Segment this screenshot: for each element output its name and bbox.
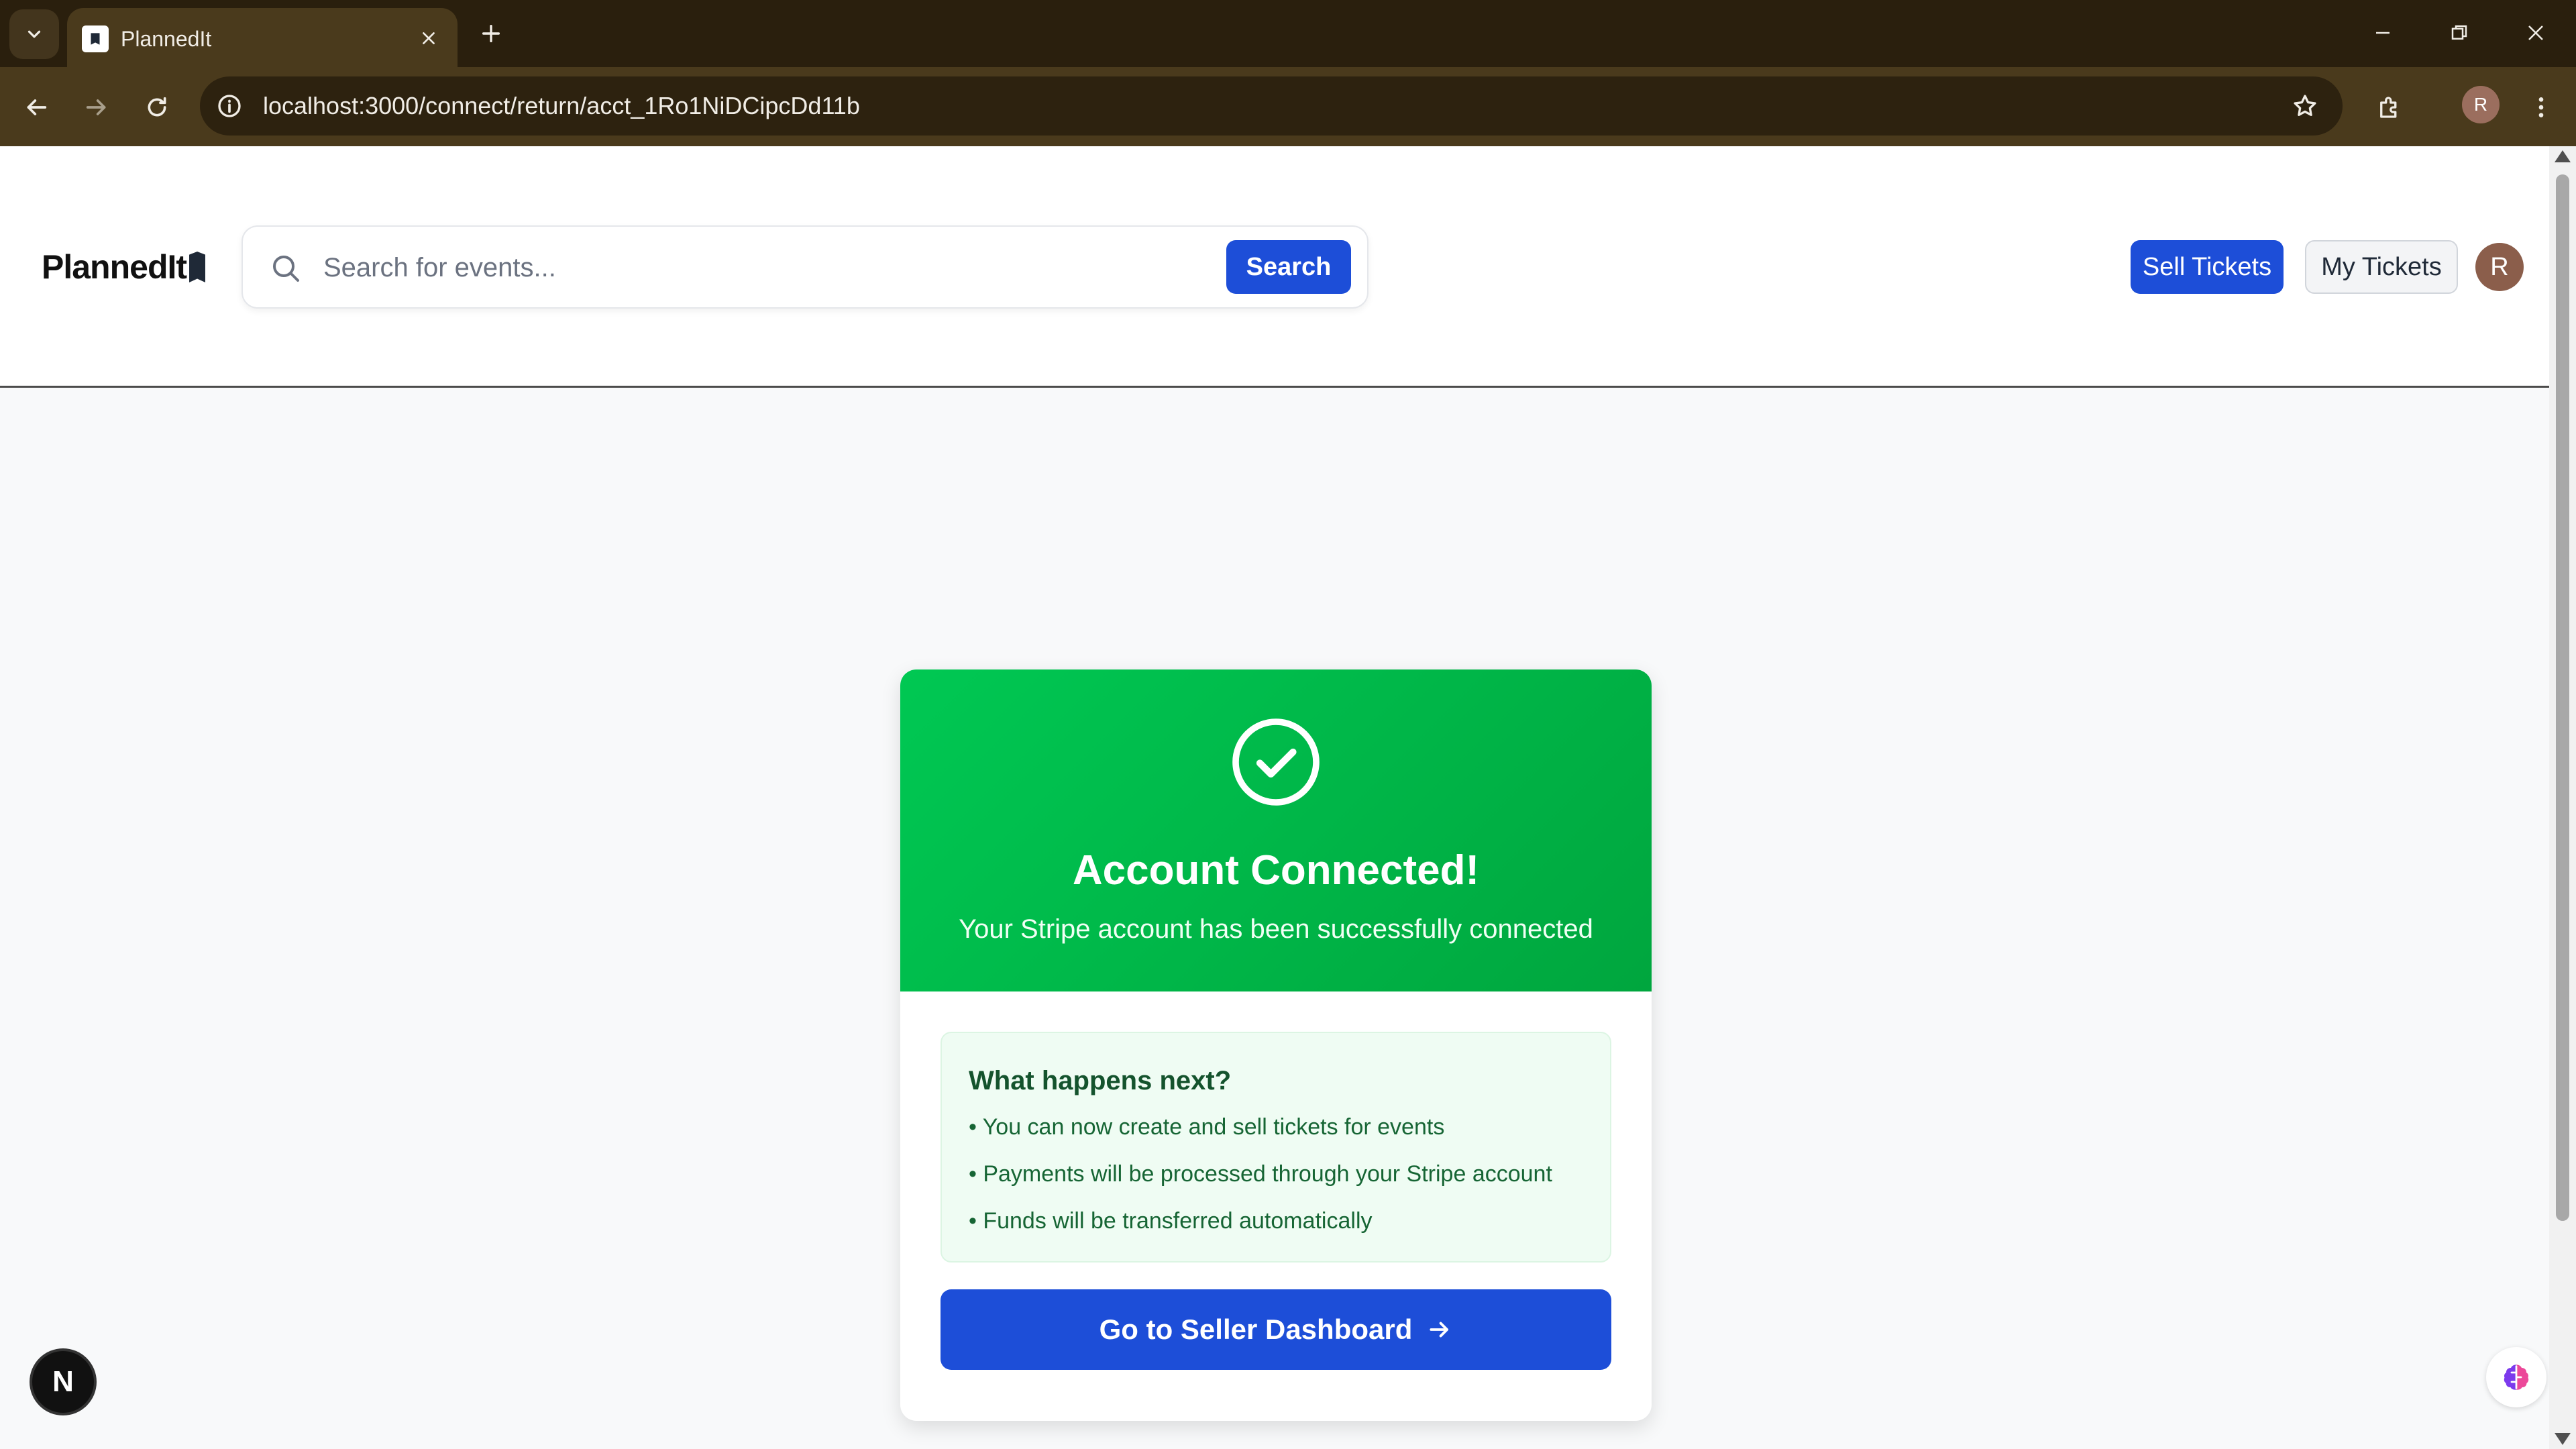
minimize-icon [2376, 32, 2390, 34]
plus-icon [482, 24, 500, 43]
success-header: Account Connected! Your Stripe account h… [900, 669, 1652, 991]
tab-title: PlannedIt [121, 27, 212, 51]
search-input[interactable] [323, 247, 1195, 288]
site-logo[interactable]: PlannedIt [42, 247, 206, 287]
minimize-button[interactable] [2356, 11, 2410, 55]
forward-icon [86, 99, 106, 115]
favicon-icon [82, 25, 109, 52]
back-icon [27, 99, 47, 115]
browser-tab[interactable]: PlannedIt [67, 8, 458, 67]
tab-list-button[interactable] [9, 9, 59, 59]
next-step-item: • You can now create and sell tickets fo… [969, 1114, 1445, 1140]
info-icon[interactable] [215, 91, 244, 121]
back-button[interactable] [15, 86, 58, 129]
assistant-widget-button[interactable] [2486, 1347, 2546, 1407]
tab-close-button[interactable] [413, 23, 444, 54]
page-scrollbar[interactable] [2549, 146, 2576, 1449]
next-steps-title: What happens next? [969, 1066, 1232, 1095]
my-tickets-button[interactable]: My Tickets [2305, 240, 2458, 294]
check-circle-icon [1232, 718, 1320, 806]
sell-tickets-button[interactable]: Sell Tickets [2131, 240, 2284, 294]
next-step-item: • Funds will be transferred automaticall… [969, 1208, 1373, 1234]
bookmark-star-button[interactable] [2289, 90, 2321, 122]
page-title: Account Connected! [1072, 847, 1480, 894]
scroll-down-arrow[interactable] [2555, 1433, 2571, 1445]
new-tab-button[interactable] [472, 15, 510, 52]
user-avatar[interactable]: R [2475, 243, 2524, 291]
scroll-up-arrow[interactable] [2555, 150, 2571, 162]
browser-menu-button[interactable] [2520, 86, 2563, 129]
seller-dashboard-button[interactable]: Go to Seller Dashboard [941, 1289, 1611, 1370]
address-url[interactable]: localhost:3000/connect/return/acct_1Ro1N… [263, 91, 860, 121]
extensions-button[interactable] [2368, 86, 2411, 129]
next-step-item: • Payments will be processed through you… [969, 1161, 1552, 1187]
page-viewport: PlannedIt Search Sell Tickets My Tickets… [0, 146, 2549, 1449]
scroll-thumb[interactable] [2556, 174, 2569, 1221]
brain-icon [2504, 1364, 2529, 1390]
seller-dashboard-label: Go to Seller Dashboard [1099, 1313, 1413, 1345]
browser-profile-avatar[interactable]: R [2462, 86, 2500, 123]
success-subtitle: Your Stripe account has been successfull… [959, 914, 1593, 944]
reload-icon [148, 97, 166, 117]
arrow-right-icon [1430, 1322, 1449, 1338]
browser-toolbar: localhost:3000/connect/return/acct_1Ro1N… [0, 67, 2576, 146]
close-icon [2528, 25, 2543, 40]
close-icon [423, 32, 435, 44]
connection-success-card: Account Connected! Your Stripe account h… [900, 669, 1652, 1421]
forward-button[interactable] [75, 86, 118, 129]
search-form: Search [241, 225, 1368, 309]
search-icon [273, 256, 299, 282]
logo-mark-icon [189, 252, 206, 282]
address-bar[interactable]: localhost:3000/connect/return/acct_1Ro1N… [200, 76, 2343, 136]
menu-dots-icon [2538, 97, 2544, 117]
site-header: PlannedIt Search Sell Tickets My Tickets… [0, 146, 2549, 388]
restore-button[interactable] [2432, 11, 2486, 55]
logo-text: PlannedIt [42, 248, 187, 286]
restore-icon [2451, 25, 2467, 40]
browser-tab-bar: PlannedIt [0, 0, 2576, 67]
star-icon [2294, 95, 2316, 116]
next-steps-panel: What happens next? • You can now create … [941, 1032, 1611, 1263]
chevron-down-icon [28, 30, 41, 38]
search-button[interactable]: Search [1226, 240, 1351, 294]
extensions-icon [2380, 97, 2397, 118]
nextjs-dev-indicator[interactable]: N [32, 1351, 94, 1413]
reload-button[interactable] [136, 86, 178, 129]
close-window-button[interactable] [2509, 11, 2563, 55]
